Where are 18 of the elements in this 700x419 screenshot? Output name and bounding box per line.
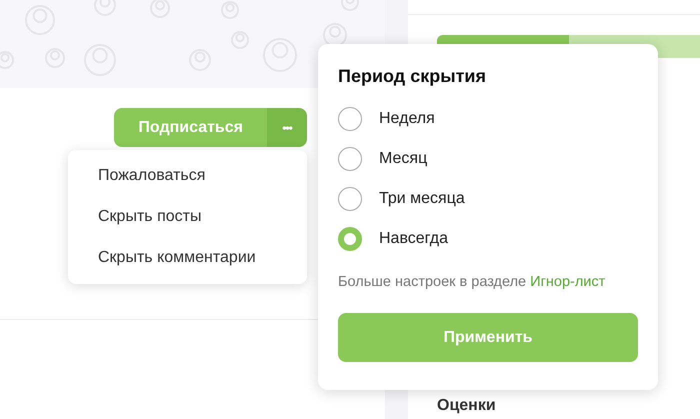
more-button[interactable]: •••	[267, 108, 307, 147]
radio-button[interactable]	[338, 147, 362, 171]
menu-item[interactable]: Скрыть посты	[68, 202, 307, 232]
apply-button[interactable]: Применить	[338, 313, 638, 362]
radio-button[interactable]	[338, 227, 362, 251]
popup-title: Период скрытия	[338, 66, 487, 87]
section-title: Оценки	[437, 397, 497, 415]
subscribe-button[interactable]: Подписаться	[114, 108, 267, 147]
option-label: Три месяца	[379, 190, 465, 208]
radio-button[interactable]	[338, 187, 362, 211]
radio-button[interactable]	[338, 107, 362, 131]
option-label: Месяц	[379, 150, 428, 168]
menu-item[interactable]: Скрыть комментарии	[68, 242, 307, 273]
ignore-list-link[interactable]: Игнор-лист	[530, 274, 606, 290]
menu-item[interactable]: Пожаловаться	[68, 161, 307, 192]
option-label: Навсегда	[379, 230, 448, 248]
option-label: Неделя	[379, 110, 435, 128]
hint-text: Больше настроек в разделе Игнор-лист	[338, 274, 606, 290]
